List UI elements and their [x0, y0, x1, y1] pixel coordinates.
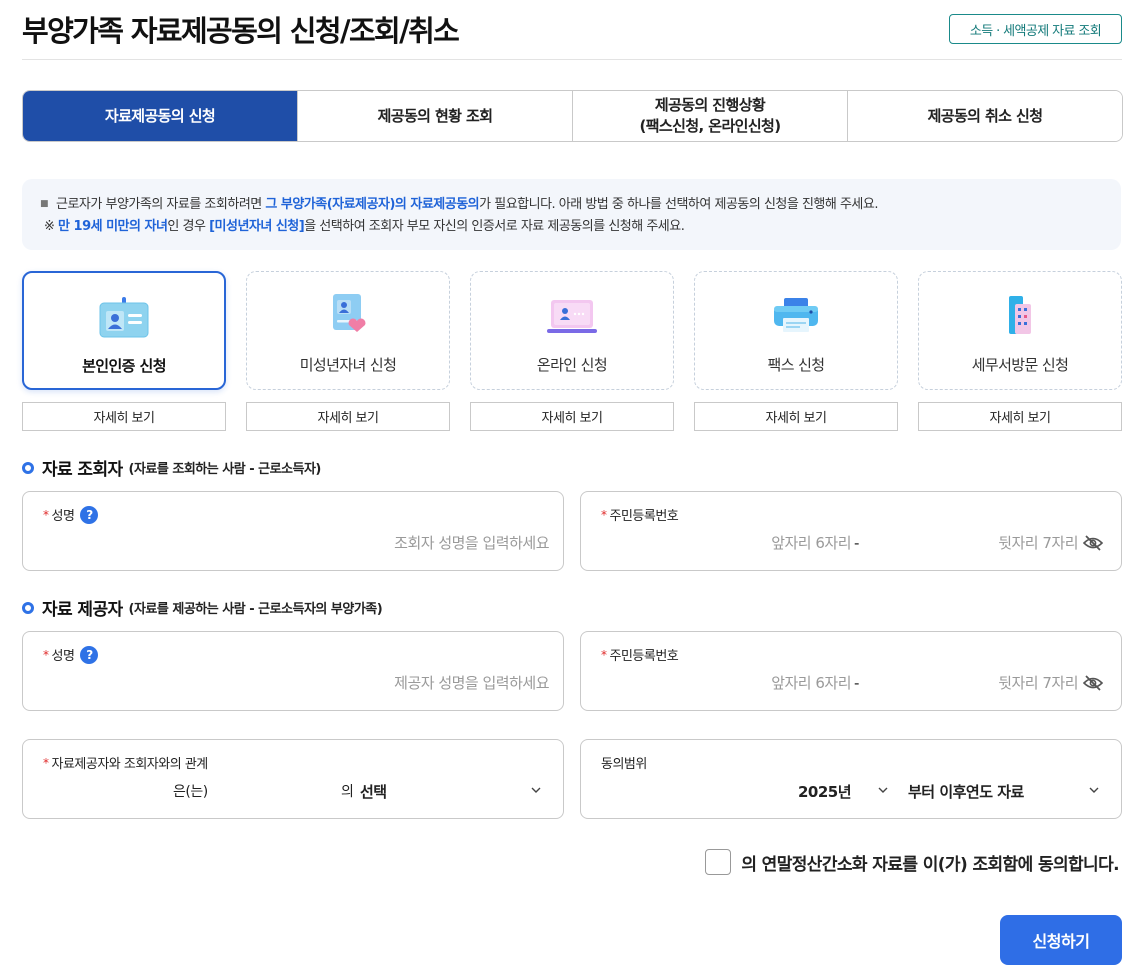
scope-range-select[interactable]: 부터 이후연도 자료 [908, 781, 1024, 802]
tab-consent-progress[interactable]: 제공동의 진행상황 (팩스신청, 온라인신청) [572, 91, 847, 141]
required-mark: * [601, 647, 607, 662]
eye-off-icon[interactable] [1083, 535, 1103, 551]
chevron-down-icon[interactable] [531, 787, 541, 794]
help-icon[interactable]: ? [80, 645, 99, 664]
provider-rrn-field: * 주민등록번호 - [580, 631, 1122, 711]
provider-name-input[interactable] [43, 672, 549, 694]
provider-rrn-back-input[interactable] [881, 672, 1078, 694]
id-card-icon [99, 297, 149, 338]
child-document-icon [333, 294, 366, 332]
relation-select[interactable]: 선택 [360, 781, 387, 802]
help-icon[interactable]: ? [80, 505, 99, 524]
relation-particle-2: 의 [341, 784, 354, 800]
agreement-row: 의 연말정산간소화 자료를 이(가) 조회함에 동의합니다. [705, 849, 1120, 875]
chevron-down-icon[interactable] [878, 787, 888, 794]
viewer-name-field: * 성명 ? [22, 491, 564, 571]
method-card-online[interactable]: 온라인 신청 [470, 271, 674, 390]
eye-off-icon[interactable] [1083, 675, 1103, 691]
title-divider [22, 59, 1122, 60]
scope-year-select[interactable]: 2025년 [798, 781, 852, 802]
chevron-down-icon[interactable] [1089, 787, 1099, 794]
detail-button-online[interactable]: 자세히 보기 [470, 402, 674, 431]
detail-button-identity[interactable]: 자세히 보기 [22, 402, 226, 431]
rrn-dash: - [854, 674, 859, 692]
scope-field: 동의범위 2025년 부터 이후연도 자료 [580, 739, 1122, 819]
required-mark: * [43, 647, 49, 662]
submit-button[interactable]: 신청하기 [1000, 915, 1122, 965]
office-building-icon [1009, 296, 1031, 334]
tab-consent-request[interactable]: 자료제공동의 신청 [23, 91, 297, 141]
notice-box: ■ 근로자가 부양가족의 자료를 조회하려면 그 부양가족(자료제공자)의 자료제… [22, 179, 1121, 250]
provider-rrn-front-input[interactable] [601, 672, 851, 694]
method-card-identity[interactable]: 본인인증 신청 [22, 271, 226, 390]
method-card-visit[interactable]: 세무서방문 신청 [918, 271, 1122, 390]
rrn-dash: - [854, 534, 859, 552]
tab-consent-cancel[interactable]: 제공동의 취소 신청 [847, 91, 1122, 141]
notice-line-2: ※ 만 19세 미만의 자녀인 경우 [미성년자녀 신청]을 선택하여 조회자 … [44, 219, 685, 234]
section-bullet-icon [22, 461, 34, 474]
viewer-rrn-field: * 주민등록번호 - [580, 491, 1122, 571]
page-title: 부양가족 자료제공동의 신청/조회/취소 [22, 14, 460, 48]
tab-consent-status[interactable]: 제공동의 현황 조회 [297, 91, 572, 141]
required-mark: * [601, 507, 607, 522]
income-deduction-link[interactable]: 소득 · 세액공제 자료 조회 [949, 14, 1122, 44]
detail-button-minor[interactable]: 자세히 보기 [246, 402, 450, 431]
provider-name-field: * 성명 ? [22, 631, 564, 711]
viewer-name-input[interactable] [43, 532, 549, 554]
viewer-rrn-back-input[interactable] [881, 532, 1078, 554]
relation-particle-1: 은(는) [173, 784, 208, 800]
relation-field: * 자료제공자와 조회자와의 관계 은(는) 의 선택 [22, 739, 564, 819]
detail-button-visit[interactable]: 자세히 보기 [918, 402, 1122, 431]
method-card-minor[interactable]: 미성년자녀 신청 [246, 271, 450, 390]
provider-section-heading: 자료 제공자 (자료를 제공하는 사람 - 근로소득자의 부양가족) [22, 595, 383, 620]
viewer-rrn-front-input[interactable] [601, 532, 851, 554]
section-bullet-icon [22, 601, 34, 614]
laptop-icon [547, 300, 597, 333]
detail-button-fax[interactable]: 자세히 보기 [694, 402, 898, 431]
required-mark: * [43, 755, 49, 770]
agree-checkbox[interactable] [705, 849, 732, 875]
required-mark: * [43, 507, 49, 522]
tab-bar: 자료제공동의 신청 제공동의 현황 조회 제공동의 진행상황 (팩스신청, 온라… [22, 90, 1123, 142]
bullet-icon: ■ [40, 199, 49, 209]
viewer-section-heading: 자료 조회자 (자료를 조회하는 사람 - 근로소득자) [22, 455, 321, 480]
notice-line-1: ■ 근로자가 부양가족의 자료를 조회하려면 그 부양가족(자료제공자)의 자료제… [40, 197, 878, 212]
fax-printer-icon [774, 298, 818, 332]
method-card-fax[interactable]: 팩스 신청 [694, 271, 898, 390]
